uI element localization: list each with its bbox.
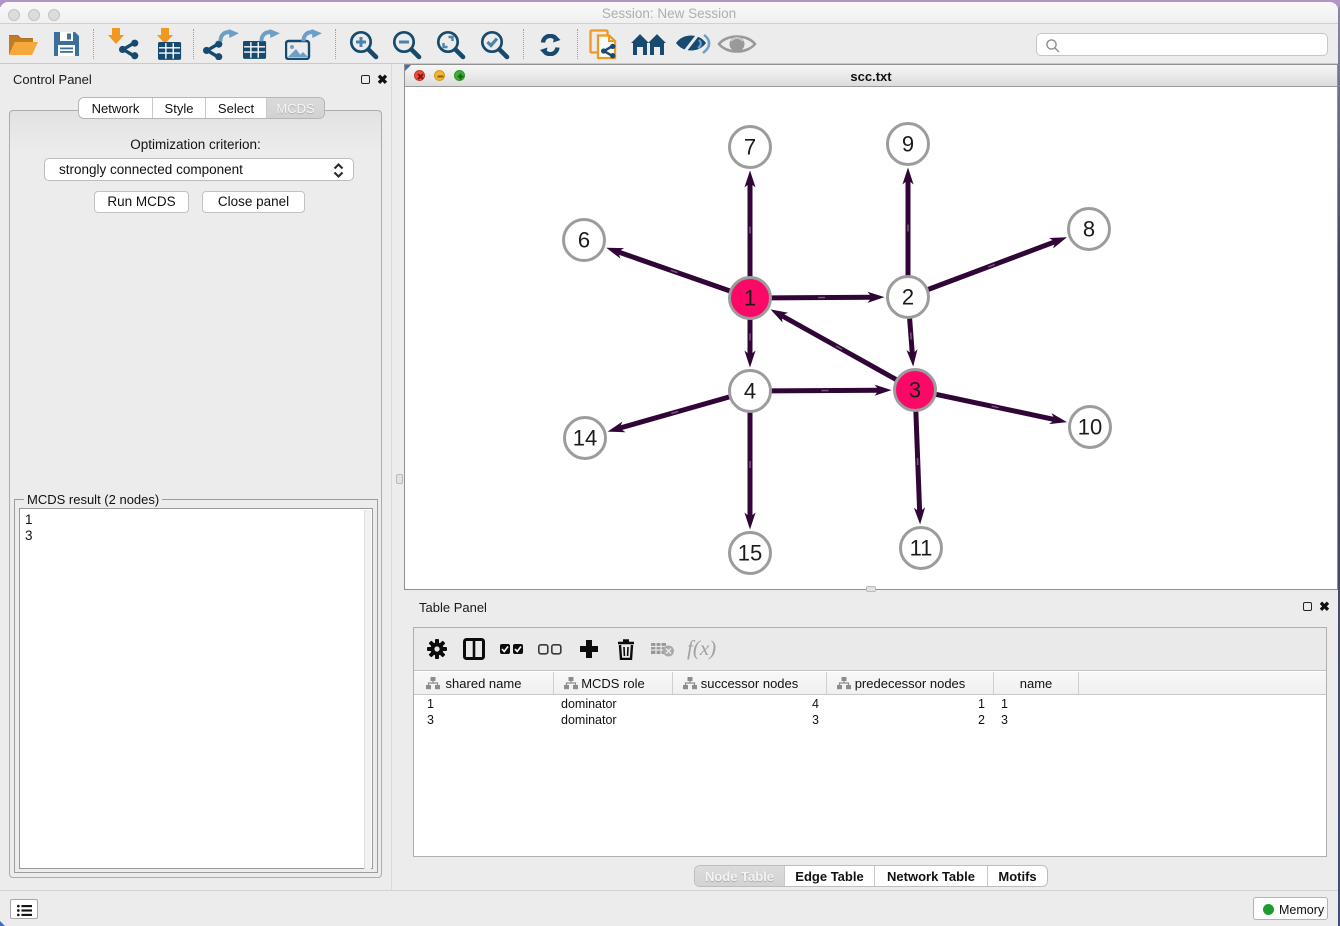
svg-text:7: 7: [744, 135, 756, 160]
svg-text:14: 14: [573, 426, 597, 451]
svg-text:9: 9: [902, 132, 914, 157]
svg-text:6: 6: [578, 228, 590, 253]
svg-text:10: 10: [1078, 415, 1102, 440]
svg-text:2: 2: [902, 285, 914, 310]
svg-text:3: 3: [909, 378, 921, 403]
svg-text:11: 11: [910, 536, 933, 561]
svg-text:8: 8: [1083, 217, 1095, 242]
svg-text:4: 4: [744, 379, 756, 404]
svg-text:15: 15: [738, 541, 762, 566]
svg-text:1: 1: [744, 286, 756, 311]
